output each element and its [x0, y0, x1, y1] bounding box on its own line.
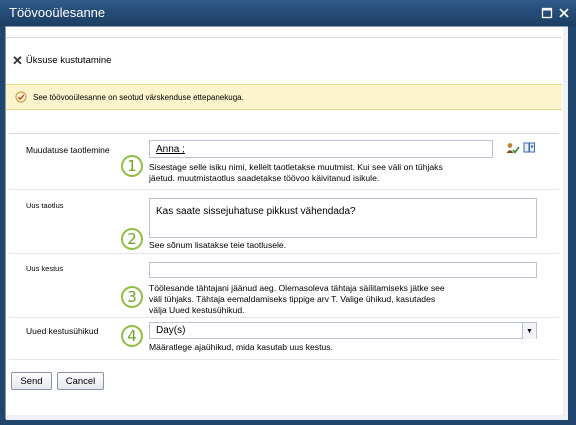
x-icon: ✕: [12, 52, 23, 68]
check-names-icon[interactable]: [506, 142, 520, 155]
send-button[interactable]: Send: [11, 372, 52, 390]
status-bar: See töövooülesanne on seotud värskenduse…: [6, 84, 562, 110]
help-line: See sõnum lisatakse teie taotlusele.: [149, 240, 287, 250]
address-book-icon[interactable]: [523, 142, 536, 154]
new-duration-label: Uus kestus: [26, 264, 64, 273]
window-title: Töövooülesanne: [9, 5, 106, 20]
scrollbar-vertical[interactable]: [563, 27, 568, 419]
check-circle-icon: [15, 91, 27, 103]
delete-item-button[interactable]: ✕ Üksuse kustutamine: [12, 52, 111, 68]
cancel-button[interactable]: Cancel: [57, 372, 104, 390]
new-duration-input[interactable]: [149, 262, 537, 278]
new-request-value: Kas saate sissejuhatuse pikkust vähendad…: [156, 206, 356, 217]
new-request-label: Uus taotlus: [26, 201, 64, 210]
form-row-new-request: Uus taotlus Kas saate sissejuhatuse pikk…: [9, 190, 559, 254]
request-change-help: Sisestage selle isiku nimi, kellelt taot…: [149, 162, 509, 184]
request-change-label: Muudatuse taotlemine: [26, 145, 110, 155]
title-bar: Töövooülesanne: [0, 0, 576, 26]
new-request-textarea[interactable]: Kas saate sissejuhatuse pikkust vähendad…: [149, 198, 537, 238]
dialog-window: Töövooülesanne ✕ Üksuse kustutamine See …: [0, 0, 576, 425]
help-line: Määratlege ajaühikud, mida kasutab uus k…: [149, 342, 333, 352]
form-row-new-duration: Uus kestus 3 Töölesande tähtajani jäänud…: [9, 254, 559, 318]
help-line: jäetud. muutmistaotlus saadetakse töövoo…: [149, 173, 380, 183]
status-message: See töövooülesanne on seotud värskenduse…: [33, 92, 244, 102]
callout-4: 4: [121, 325, 143, 347]
new-request-help: See sõnum lisatakse teie taotlusele.: [149, 240, 509, 251]
duration-units-select[interactable]: Day(s) ▼: [149, 322, 537, 339]
request-change-value: Anna ;: [156, 144, 185, 155]
scrollbar-horizontal[interactable]: [6, 415, 568, 420]
help-line: välja Uued kestusühikud.: [149, 305, 245, 315]
chevron-down-icon[interactable]: ▼: [522, 323, 536, 339]
duration-units-label: Uued kestusühikud: [26, 326, 99, 336]
callout-1: 1: [121, 155, 143, 177]
form-row-request-change: Muudatuse taotlemine Anna ; 1 Sisestage …: [9, 134, 559, 190]
dialog-content: ✕ Üksuse kustutamine See töövooülesanne …: [5, 26, 568, 420]
new-duration-help: Töölesande tähtajani jäänud aeg. Olemaso…: [149, 283, 509, 316]
form-row-duration-units: Uued kestusühikud Day(s) ▼ 4 Määratlege …: [9, 318, 559, 360]
delete-item-label: Üksuse kustutamine: [25, 54, 112, 66]
request-change-input[interactable]: Anna ;: [149, 140, 493, 158]
duration-units-help: Määratlege ajaühikud, mida kasutab uus k…: [149, 342, 509, 353]
close-icon[interactable]: [557, 6, 571, 20]
help-line: väli tühjaks. Tähtaja eemaldamiseks tipp…: [149, 294, 436, 304]
help-line: Sisestage selle isiku nimi, kellelt taot…: [149, 162, 443, 172]
callout-2: 2: [121, 228, 143, 250]
task-form: Muudatuse taotlemine Anna ; 1 Sisestage …: [9, 123, 559, 383]
help-line: Töölesande tähtajani jäänud aeg. Olemaso…: [149, 283, 445, 293]
maximize-icon[interactable]: [540, 6, 554, 20]
callout-3: 3: [121, 286, 143, 308]
duration-units-value: Day(s): [156, 325, 186, 336]
